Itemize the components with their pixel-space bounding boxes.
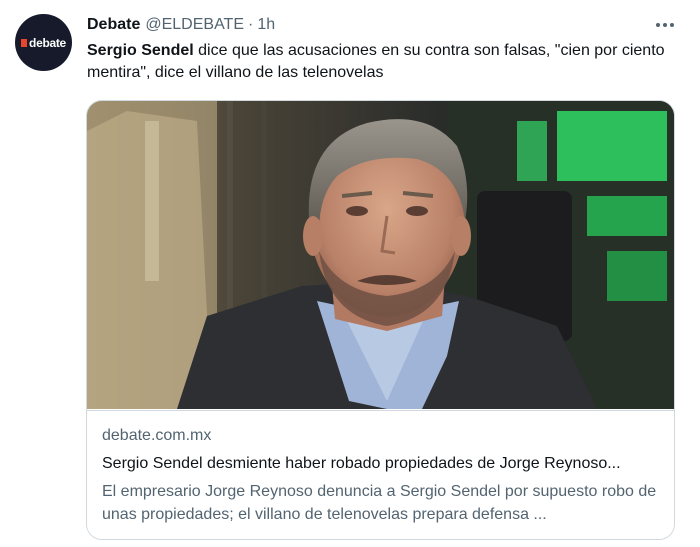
card-domain: debate.com.mx xyxy=(102,427,212,444)
card-meta[interactable]: debate.com.mx Sergio Sendel desmiente ha… xyxy=(87,410,674,539)
header-separator: · xyxy=(248,16,254,33)
more-options-button[interactable] xyxy=(652,14,678,36)
card-image[interactable] xyxy=(87,101,675,409)
card-description: El empresario Jorge Reynoso denuncia a S… xyxy=(102,483,657,523)
author-handle[interactable]: @ELDEBATE xyxy=(145,16,244,34)
link-card[interactable]: debate.com.mx Sergio Sendel desmiente ha… xyxy=(86,100,675,540)
card-title: Sergio Sendel desmiente haber robado pro… xyxy=(102,455,621,472)
tweet-timestamp[interactable]: 1h xyxy=(257,16,275,34)
tweet-text-bold: Sergio Sendel xyxy=(87,42,194,59)
avatar-logo-text: debate xyxy=(29,35,66,50)
tweet[interactable]: debate Debate @ELDEBATE · 1h Sergio Send… xyxy=(0,0,700,547)
avatar[interactable]: debate xyxy=(15,14,72,71)
debate-logo: debate xyxy=(21,36,66,50)
author-name[interactable]: Debate xyxy=(87,16,140,34)
debate-logo-mark xyxy=(21,38,28,47)
tweet-header: Debate @ELDEBATE · 1h xyxy=(87,14,275,36)
more-dots-icon xyxy=(656,23,674,27)
tweet-text: Sergio Sendel dice que las acusaciones e… xyxy=(87,40,677,84)
